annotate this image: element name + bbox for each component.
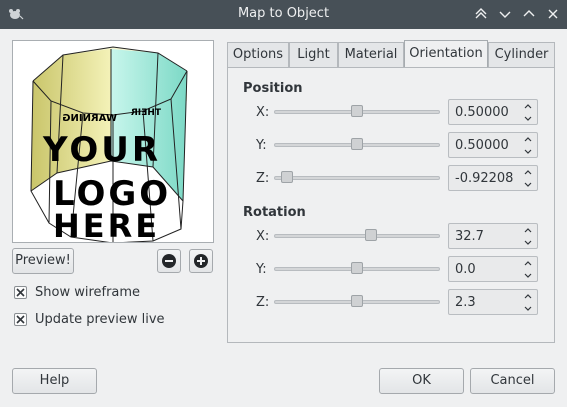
logo-text-your: YOUR <box>42 130 161 170</box>
rotation-x-slider[interactable] <box>274 229 440 241</box>
orientation-panel: Position X: 0.50000 Y: 0.50000 Z: -0.922… <box>227 67 555 343</box>
mirrored-text-2: THEIR <box>131 108 161 118</box>
tab-orientation[interactable]: Orientation <box>404 40 488 68</box>
zoom-out-button[interactable] <box>157 249 181 273</box>
position-y-spinbox[interactable]: 0.50000 <box>448 132 538 158</box>
tab-material[interactable]: Material <box>338 42 404 67</box>
position-x-label: X: <box>256 105 270 120</box>
show-wireframe-option[interactable]: Show wireframe <box>14 284 140 300</box>
position-z-slider[interactable] <box>274 171 440 183</box>
help-button[interactable]: Help <box>12 368 97 394</box>
position-x-value[interactable]: 0.50000 <box>455 105 509 120</box>
tab-cylinder[interactable]: Cylinder <box>488 42 555 67</box>
rotation-y-slider[interactable] <box>274 262 440 274</box>
rotation-y-slider-handle[interactable] <box>351 262 363 274</box>
position-section-title: Position <box>243 81 303 96</box>
rotation-section-title: Rotation <box>243 205 306 220</box>
spin-up-icon[interactable] <box>521 258 535 269</box>
rotation-x-spinbox[interactable]: 32.7 <box>448 223 538 249</box>
spin-up-icon[interactable] <box>521 134 535 145</box>
update-preview-live-option[interactable]: Update preview live <box>14 311 165 327</box>
rotation-x-value[interactable]: 32.7 <box>455 229 484 244</box>
spin-down-icon[interactable] <box>521 179 535 190</box>
cancel-button[interactable]: Cancel <box>470 368 555 394</box>
rotation-z-slider-handle[interactable] <box>351 295 363 307</box>
spin-down-icon[interactable] <box>521 303 535 314</box>
titlebar[interactable]: Map to Object <box>0 0 567 29</box>
spin-up-icon[interactable] <box>521 101 535 112</box>
rotation-y-spinbox[interactable]: 0.0 <box>448 256 538 282</box>
rotation-x-slider-handle[interactable] <box>365 229 377 241</box>
spin-down-icon[interactable] <box>521 113 535 124</box>
preview-image: WARNING THEIR YOUR LOGO HERE <box>12 40 214 245</box>
rotation-z-spinbox[interactable]: 2.3 <box>448 289 538 315</box>
update-preview-live-label: Update preview live <box>35 311 165 327</box>
position-x-slider-handle[interactable] <box>351 105 363 117</box>
rotation-z-label: Z: <box>256 295 270 310</box>
tab-options[interactable]: Options <box>227 42 289 67</box>
rotation-z-value[interactable]: 2.3 <box>455 295 476 310</box>
position-z-label: Z: <box>256 171 270 186</box>
rotation-z-slider[interactable] <box>274 295 440 307</box>
zoom-in-button[interactable] <box>189 249 213 273</box>
position-z-spinbox[interactable]: -0.92208 <box>448 165 538 191</box>
spin-up-icon[interactable] <box>521 167 535 178</box>
position-y-slider[interactable] <box>274 138 440 150</box>
rotation-y-value[interactable]: 0.0 <box>455 262 476 277</box>
spin-down-icon[interactable] <box>521 237 535 248</box>
show-wireframe-label: Show wireframe <box>35 284 141 300</box>
position-z-slider-handle[interactable] <box>281 171 293 183</box>
spin-up-icon[interactable] <box>521 225 535 236</box>
position-z-value[interactable]: -0.92208 <box>455 171 513 186</box>
logo-text-here: HERE <box>53 207 160 242</box>
spin-down-icon[interactable] <box>521 146 535 157</box>
zoom-out-icon <box>158 254 180 276</box>
map-to-object-dialog: Map to Object WARNING THEIR YOUR LOGO HE… <box>0 0 567 407</box>
maximize-icon[interactable] <box>520 5 538 23</box>
position-x-slider[interactable] <box>274 105 440 117</box>
close-icon[interactable] <box>544 5 562 23</box>
rotation-x-label: X: <box>256 229 270 244</box>
preview-button[interactable]: Preview! <box>12 248 74 274</box>
update-preview-live-checkbox[interactable] <box>14 312 27 326</box>
ok-button[interactable]: OK <box>379 368 464 394</box>
position-y-slider-handle[interactable] <box>351 138 363 150</box>
keep-above-icon[interactable] <box>472 5 490 23</box>
show-wireframe-checkbox[interactable] <box>14 285 27 299</box>
minimize-icon[interactable] <box>496 5 514 23</box>
mirrored-text-1: WARNING <box>62 113 117 124</box>
position-y-value[interactable]: 0.50000 <box>455 138 509 153</box>
position-x-spinbox[interactable]: 0.50000 <box>448 99 538 125</box>
spin-up-icon[interactable] <box>521 291 535 302</box>
rotation-y-label: Y: <box>256 262 267 277</box>
spin-down-icon[interactable] <box>521 270 535 281</box>
tab-light[interactable]: Light <box>289 42 338 67</box>
zoom-in-icon <box>190 254 212 276</box>
position-y-label: Y: <box>256 138 267 153</box>
cylinder-preview-illustration: WARNING THEIR YOUR LOGO HERE <box>30 46 188 245</box>
